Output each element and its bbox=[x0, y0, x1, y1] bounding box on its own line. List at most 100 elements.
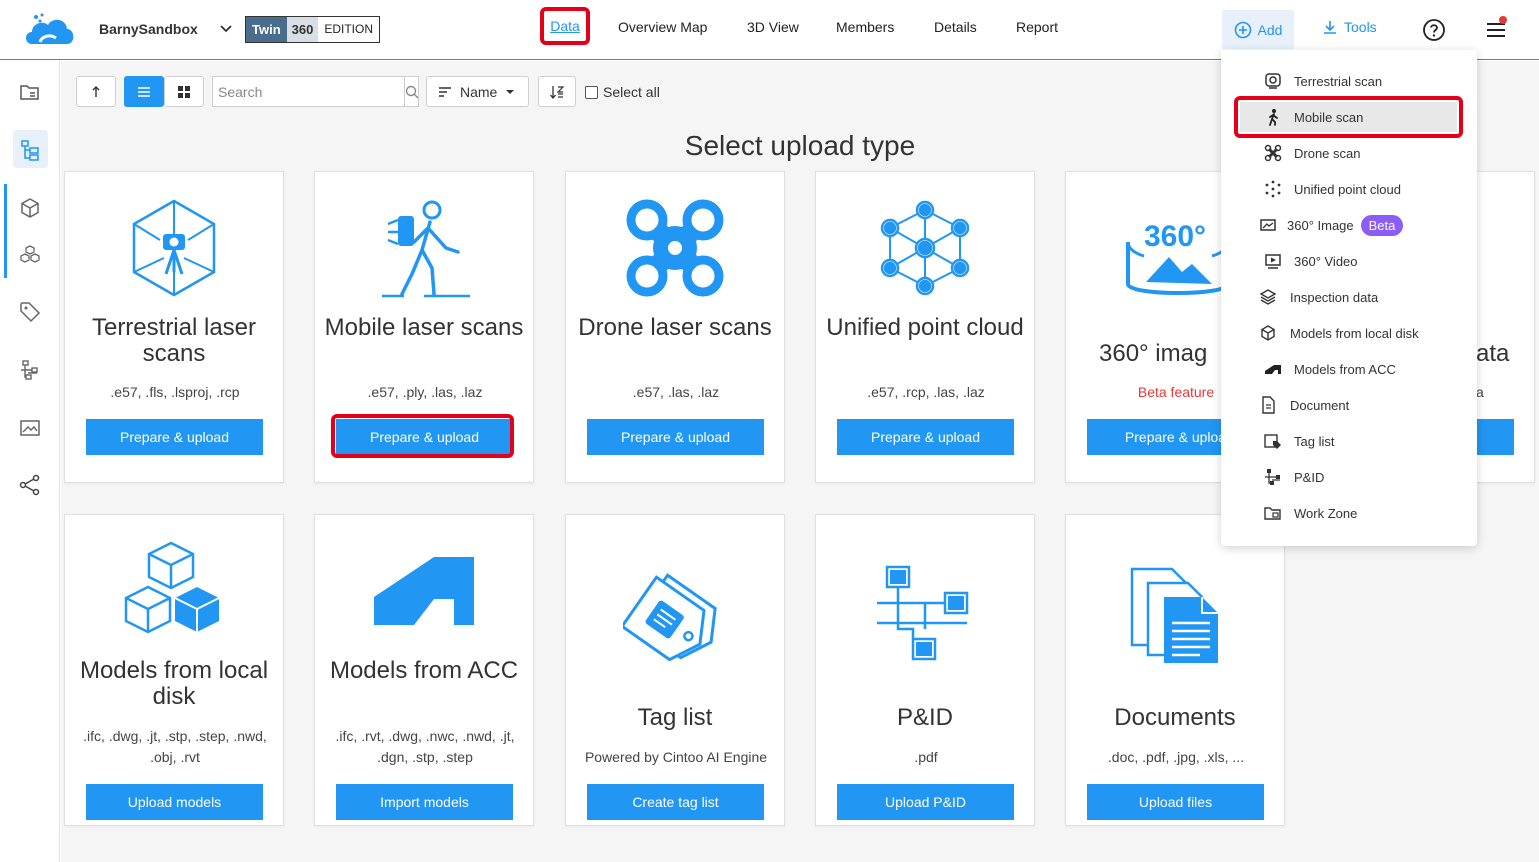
menu-item-label: P&ID bbox=[1294, 469, 1325, 485]
menu-item-terrestrial-scan[interactable]: Terrestrial scan bbox=[1221, 63, 1477, 99]
card-formats: .e57, .las, .laz bbox=[632, 384, 720, 400]
image-360-icon: 360° bbox=[1126, 220, 1230, 295]
menu-item-inspection-data[interactable]: Inspection data bbox=[1221, 279, 1477, 315]
card-models-acc: Models from ACC .ifc, .rvt, .dwg, .nwc, … bbox=[314, 514, 534, 826]
cloud-logo-icon[interactable] bbox=[22, 12, 78, 50]
menu-item-work-zone[interactable]: Work Zone bbox=[1221, 495, 1477, 531]
edition-label: EDITION bbox=[318, 17, 380, 42]
tab-report[interactable]: Report bbox=[1016, 19, 1058, 35]
import-models-button[interactable]: Import models bbox=[336, 784, 513, 820]
menu-item-360-video[interactable]: 360° Video bbox=[1221, 243, 1477, 279]
menu-item-drone-scan[interactable]: Drone scan bbox=[1221, 135, 1477, 171]
tag-icon[interactable] bbox=[18, 300, 42, 324]
mobile-scanner-walker-icon bbox=[382, 200, 470, 298]
cube-icon[interactable] bbox=[18, 196, 42, 220]
search-input[interactable] bbox=[213, 77, 404, 106]
notification-dot bbox=[1499, 16, 1507, 24]
pid-icon bbox=[1265, 469, 1280, 485]
cubes-icon bbox=[124, 541, 220, 634]
sidebar-active-indicator bbox=[4, 184, 7, 278]
chevron-down-icon[interactable] bbox=[218, 20, 234, 36]
hierarchy-icon[interactable] bbox=[18, 138, 42, 162]
share-icon[interactable] bbox=[18, 473, 42, 497]
prepare-upload-button[interactable]: Prepare & upload bbox=[587, 419, 764, 455]
select-all-label: Select all bbox=[603, 84, 660, 100]
terrestrial-scanner-icon bbox=[132, 199, 216, 297]
tab-members[interactable]: Members bbox=[836, 19, 894, 35]
arrow-up-icon bbox=[92, 85, 100, 97]
card-formats: a bbox=[1476, 384, 1484, 400]
menu-item-label: 360° Video bbox=[1294, 253, 1358, 269]
caret-down-icon bbox=[506, 89, 515, 94]
search-button[interactable] bbox=[404, 77, 419, 106]
card-title: Models from local disk bbox=[79, 657, 269, 710]
sort-order-button[interactable] bbox=[538, 76, 576, 107]
menu-item-label: Drone scan bbox=[1294, 145, 1361, 161]
tab-3d-view[interactable]: 3D View bbox=[747, 19, 799, 35]
tab-data[interactable]: Data bbox=[540, 7, 590, 45]
select-all-checkbox[interactable] bbox=[585, 85, 598, 99]
beta-badge: Beta bbox=[1360, 214, 1404, 236]
menu-item-pid[interactable]: P&ID bbox=[1221, 459, 1477, 495]
upload-files-button[interactable]: Upload files bbox=[1087, 784, 1264, 820]
card-title: P&ID bbox=[896, 704, 953, 731]
menu-item-document[interactable]: Document bbox=[1221, 387, 1477, 423]
project-name[interactable]: BarnySandbox bbox=[99, 21, 198, 37]
grid-icon bbox=[178, 85, 190, 98]
prepare-upload-button[interactable]: Prepare & upload bbox=[837, 419, 1014, 455]
card-title: Tag list bbox=[637, 704, 713, 731]
list-view-button[interactable] bbox=[124, 76, 164, 107]
edition-360: 360 bbox=[286, 17, 319, 42]
menu-item-360-image[interactable]: 360° Image Beta bbox=[1221, 207, 1477, 243]
drone-icon bbox=[1264, 144, 1282, 162]
pid-icon[interactable] bbox=[18, 358, 42, 382]
tools-button[interactable]: Tools bbox=[1322, 19, 1377, 35]
acc-icon bbox=[1265, 365, 1281, 374]
card-terrestrial: Terrestrial laser scans .e57, .fls, .lsp… bbox=[64, 171, 284, 483]
image-icon[interactable] bbox=[18, 416, 42, 440]
card-subtitle: Powered by Cintoo AI Engine bbox=[584, 749, 768, 765]
upload-models-button[interactable]: Upload models bbox=[86, 784, 263, 820]
help-icon[interactable] bbox=[1422, 18, 1446, 42]
tab-details[interactable]: Details bbox=[934, 19, 977, 35]
menu-item-tag-list[interactable]: Tag list bbox=[1221, 423, 1477, 459]
tab-overview-map[interactable]: Overview Map bbox=[618, 19, 707, 35]
card-tag-list: Tag list Powered by Cintoo AI Engine Cre… bbox=[565, 514, 785, 826]
add-button[interactable]: Add bbox=[1222, 10, 1294, 49]
card-drone: Drone laser scans .e57, .las, .laz Prepa… bbox=[565, 171, 785, 483]
documents-icon bbox=[1130, 567, 1218, 663]
menu-item-label: Models from ACC bbox=[1294, 361, 1396, 377]
edition-twin: Twin bbox=[246, 17, 287, 42]
plus-circle-icon bbox=[1234, 21, 1251, 38]
upload-pid-button[interactable]: Upload P&ID bbox=[837, 784, 1014, 820]
work-zone-icon bbox=[1264, 507, 1281, 520]
card-formats: .ifc, .rvt, .dwg, .nwc, .nwd, .jt, .dgn,… bbox=[335, 728, 515, 765]
point-cloud-network-icon bbox=[880, 200, 970, 296]
add-button-label: Add bbox=[1257, 21, 1283, 38]
card-unified: Unified point cloud .e57, .rcp, .las, .l… bbox=[815, 171, 1035, 483]
select-all[interactable]: Select all bbox=[585, 84, 660, 100]
cubes-icon[interactable] bbox=[18, 243, 42, 267]
folder-tree-icon[interactable] bbox=[18, 81, 42, 105]
menu-item-models-acc[interactable]: Models from ACC bbox=[1221, 351, 1477, 387]
create-tag-list-button[interactable]: Create tag list bbox=[587, 784, 764, 820]
upload-sort-button[interactable] bbox=[76, 76, 116, 107]
sort-order-icon bbox=[550, 85, 565, 99]
menu-item-label: Work Zone bbox=[1294, 505, 1358, 521]
left-sidebar bbox=[0, 61, 60, 862]
grid-view-button[interactable] bbox=[164, 76, 204, 107]
menu-item-unified-point-cloud[interactable]: Unified point cloud bbox=[1221, 171, 1477, 207]
card-formats: .e57, .fls, .lsproj, .rcp bbox=[110, 384, 240, 400]
prepare-upload-button[interactable]: Prepare & upload bbox=[86, 419, 263, 455]
cube-icon bbox=[1261, 325, 1275, 341]
card-formats: .e57, .rcp, .las, .laz bbox=[867, 384, 985, 400]
card-title: Mobile laser scans bbox=[324, 314, 524, 341]
menu-item-models-local-disk[interactable]: Models from local disk bbox=[1221, 315, 1477, 351]
search-icon bbox=[405, 85, 419, 98]
page-title: Select upload type bbox=[684, 130, 916, 161]
menu-item-label: Models from local disk bbox=[1290, 325, 1419, 341]
sort-dropdown[interactable]: Name bbox=[426, 76, 529, 107]
card-formats: .doc, .pdf, .jpg, .xls, ... bbox=[1107, 749, 1245, 765]
sort-lines-icon bbox=[439, 86, 451, 97]
card-title: ata bbox=[1476, 340, 1510, 367]
